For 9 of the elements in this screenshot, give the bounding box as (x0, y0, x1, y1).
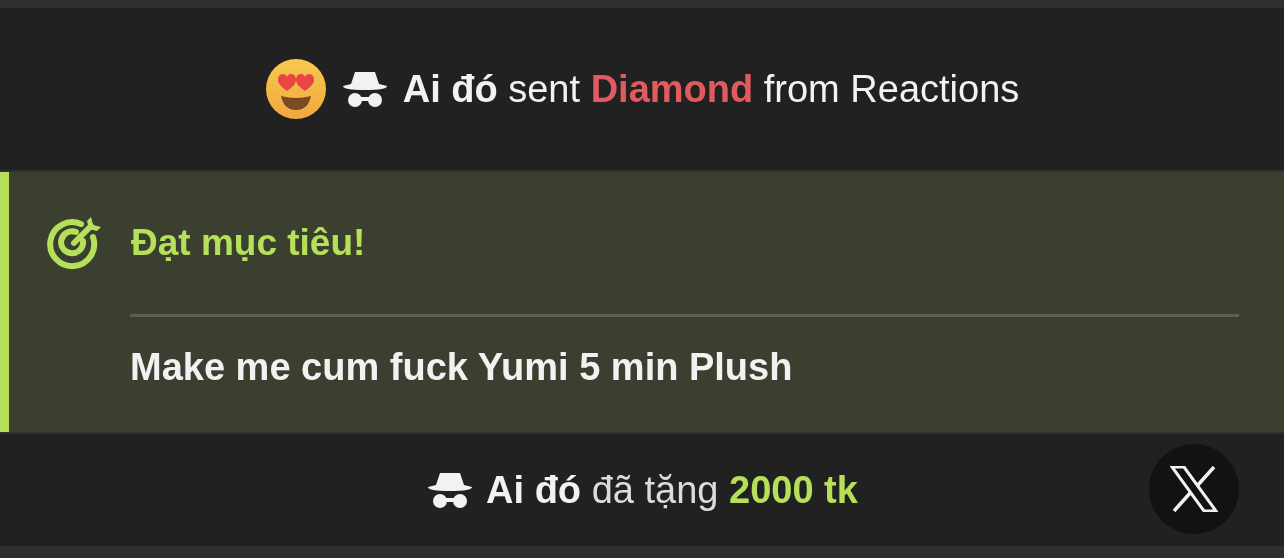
goal-title: Đạt mục tiêu! (131, 221, 366, 266)
gift-message: Ai đó sent Diamond from Reactions (402, 66, 1020, 112)
incognito-icon (340, 70, 389, 108)
close-icon (1170, 466, 1218, 512)
incognito-icon (426, 471, 475, 509)
goal-description: Make me cum fuck Yumi 5 min Plush (130, 345, 794, 390)
heart-eyes-emoji-icon (264, 58, 327, 120)
tip-message: Ai đó đã tặng 2000 tk (486, 467, 858, 513)
target-icon (47, 215, 103, 271)
